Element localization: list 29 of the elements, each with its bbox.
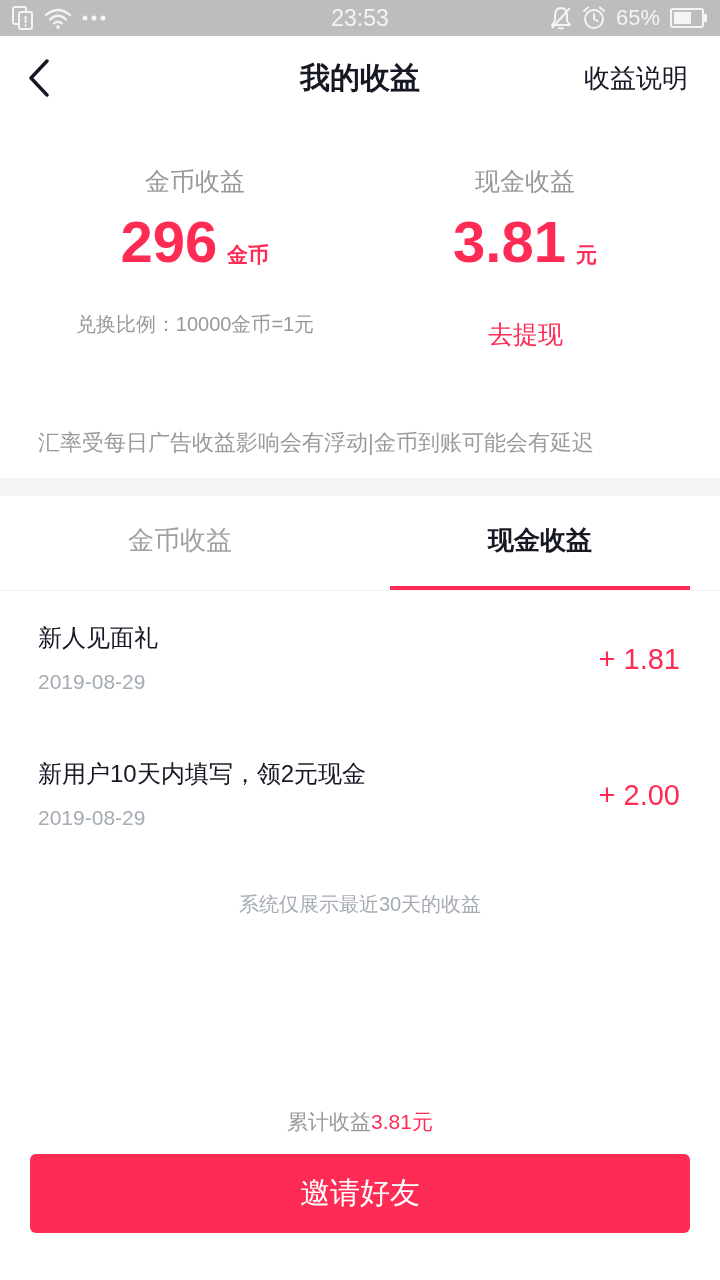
record-amount: + 1.81 [598, 642, 680, 676]
summary-value: 3.81 [453, 210, 566, 274]
record-date: 2019-08-29 [38, 669, 146, 695]
page-title: 我的收益 [300, 59, 420, 96]
record-title: 新人见面礼 [38, 623, 158, 653]
tab[interactable]: 金币收益 [0, 496, 360, 590]
summary-unit: 金币 [227, 242, 270, 268]
more-dots-icon [82, 15, 106, 21]
summary-unit: 元 [575, 242, 597, 268]
battery-icon [670, 8, 708, 28]
summary-label: 金币收益 [145, 166, 245, 197]
record-amount: + 2.00 [598, 778, 680, 812]
summary-label: 现金收益 [475, 166, 575, 197]
summary-value: 296 [120, 210, 218, 274]
exchange-rate-text: 兑换比例：10000金币=1元 [75, 312, 315, 337]
back-chevron-icon [28, 59, 50, 97]
history-note: 系统仅展示最近30天的收益 [238, 892, 482, 917]
sim-card-icon [12, 6, 34, 30]
wifi-icon [44, 7, 72, 29]
invite-friends-button[interactable]: 邀请好友 [30, 1154, 690, 1233]
bell-off-icon [549, 6, 572, 30]
alarm-clock-icon [581, 6, 606, 30]
record-date: 2019-08-29 [38, 805, 146, 831]
earnings-info-link[interactable]: 收益说明 [584, 60, 688, 96]
total-earnings-text: 累计收益3.81元 [287, 1109, 433, 1135]
withdraw-link[interactable]: 去提现 [487, 317, 563, 351]
tab[interactable]: 现金收益 [360, 496, 720, 590]
record-title: 新用户10天内填写，领2元现金 [38, 759, 367, 789]
notice-text: 汇率受每日广告收益影响会有浮动|金币到账可能会有延迟 [38, 429, 594, 457]
